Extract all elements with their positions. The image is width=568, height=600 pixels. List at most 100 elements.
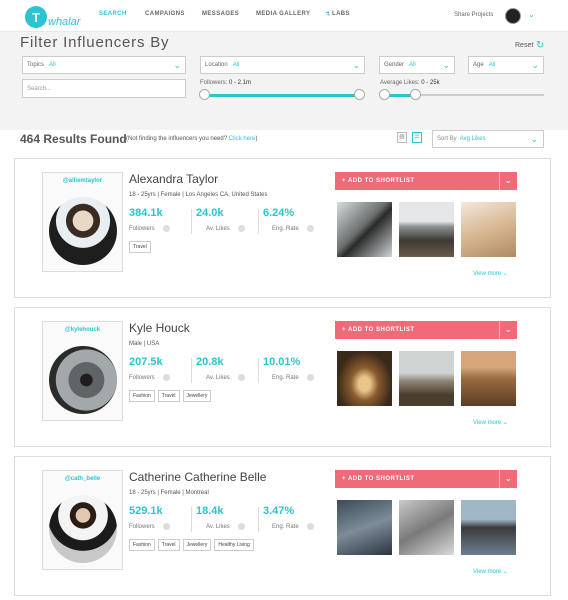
followers-label-text: Followers: xyxy=(200,80,228,86)
media-thumbnail[interactable] xyxy=(337,351,392,406)
media-thumbnail[interactable] xyxy=(399,351,454,406)
media-thumbnail[interactable] xyxy=(461,500,516,555)
results-note: (Not finding the influencers you need? C… xyxy=(126,136,257,142)
likes-slider[interactable] xyxy=(379,89,544,100)
chevron-down-icon: ⌄ xyxy=(530,134,538,144)
media-thumbnail[interactable] xyxy=(461,351,516,406)
followers-label: Followers xyxy=(129,523,155,530)
top-nav: T whalar SEARCH CAMPAIGNS MESSAGES MEDIA… xyxy=(0,0,568,32)
tag: Healthy Living xyxy=(214,539,254,551)
likes-stat: 24.0k Av. Likes xyxy=(196,207,245,232)
location-select[interactable]: Location All ⌄ xyxy=(200,56,365,74)
profile-box[interactable]: @kylehouck xyxy=(42,321,123,421)
topics-value: All xyxy=(49,62,56,68)
add-to-shortlist-button[interactable]: + ADD TO SHORTLIST ⌄ xyxy=(335,470,517,488)
tag-list: Fashion Travel Jewellery Healthy Living xyxy=(129,539,254,551)
followers-stat: 207.5k Followers xyxy=(129,356,170,381)
stat-divider xyxy=(191,209,192,234)
grid-view-icon[interactable]: ▦ xyxy=(397,132,407,143)
info-icon[interactable] xyxy=(162,225,170,232)
eng-rate-label: Eng. Rate xyxy=(272,374,299,381)
likes-stat: 18.4k Av. Likes xyxy=(196,505,245,530)
share-projects-link[interactable]: Share Projects xyxy=(454,12,493,18)
sort-select[interactable]: Sort By Avg Likes ⌄ xyxy=(432,130,544,148)
influencer-card: @cath_belle Catherine Catherine Belle 18… xyxy=(14,456,551,596)
likes-label-text: Average Likes: xyxy=(380,80,420,86)
results-note-close: ) xyxy=(255,136,258,142)
tag-list: Fashion Travel Jewellery xyxy=(129,390,212,402)
view-more-link[interactable]: View more ⌄ xyxy=(473,568,508,575)
add-label: + ADD TO SHORTLIST xyxy=(342,178,415,184)
topics-select[interactable]: Topics All ⌄ xyxy=(22,56,186,74)
info-icon[interactable] xyxy=(237,523,245,530)
whalar-logo[interactable]: T whalar xyxy=(25,6,80,28)
likes-max-handle[interactable] xyxy=(410,89,421,100)
influencer-name[interactable]: Kyle Houck xyxy=(129,321,190,335)
nav-media-gallery[interactable]: MEDIA GALLERY xyxy=(256,11,310,17)
media-thumbnail[interactable] xyxy=(337,202,392,257)
eng-rate-stat: 10.01% Eng. Rate xyxy=(263,356,314,381)
labs-icon: ⚗ xyxy=(325,12,331,18)
eng-rate-stat: 3.47% Eng. Rate xyxy=(263,505,314,530)
tag: Jewellery xyxy=(182,390,212,402)
age-select[interactable]: Age All ⌄ xyxy=(468,56,544,74)
likes-value: 20.8k xyxy=(196,356,224,368)
info-icon[interactable] xyxy=(306,374,314,381)
influencer-meta: 18 - 25yrs | Female | Montreal xyxy=(129,490,209,496)
tag: Jewellery xyxy=(182,539,212,551)
chevron-down-icon[interactable]: ⌄ xyxy=(499,172,517,190)
info-icon[interactable] xyxy=(162,374,170,381)
info-icon[interactable] xyxy=(306,225,314,232)
nav-labs[interactable]: LABS xyxy=(332,11,350,17)
chevron-down-icon[interactable]: ⌄ xyxy=(528,10,535,19)
add-to-shortlist-button[interactable]: + ADD TO SHORTLIST ⌄ xyxy=(335,321,517,339)
avatar[interactable] xyxy=(49,346,117,414)
info-icon[interactable] xyxy=(162,523,170,530)
avatar[interactable] xyxy=(49,495,117,563)
media-thumbnail[interactable] xyxy=(461,202,516,257)
tag-list: Travel xyxy=(129,241,151,253)
followers-slider[interactable] xyxy=(199,89,365,100)
click-here-link[interactable]: Click here xyxy=(229,136,256,142)
followers-stat: 384.1k Followers xyxy=(129,207,170,232)
chevron-down-icon[interactable]: ⌄ xyxy=(499,321,517,339)
influencer-name[interactable]: Alexandra Taylor xyxy=(129,172,218,186)
search-input[interactable]: Search... xyxy=(22,79,186,98)
eng-rate-stat: 6.24% Eng. Rate xyxy=(263,207,314,232)
gender-value: All xyxy=(409,62,416,68)
media-thumbnail[interactable] xyxy=(337,500,392,555)
view-more-link[interactable]: View more ⌄ xyxy=(473,270,508,277)
influencer-name[interactable]: Catherine Catherine Belle xyxy=(129,470,266,484)
chevron-down-icon[interactable]: ⌄ xyxy=(499,470,517,488)
view-more-link[interactable]: View more ⌄ xyxy=(473,419,508,426)
profile-box[interactable]: @cath_belle xyxy=(42,470,123,570)
influencer-handle[interactable]: @kylehouck xyxy=(43,327,122,333)
likes-min-handle[interactable] xyxy=(379,89,390,100)
media-thumbnail[interactable] xyxy=(399,202,454,257)
gender-select[interactable]: Gender All ⌄ xyxy=(379,56,455,74)
add-to-shortlist-button[interactable]: + ADD TO SHORTLIST ⌄ xyxy=(335,172,517,190)
eng-rate-value: 6.24% xyxy=(263,207,295,219)
info-icon[interactable] xyxy=(237,374,245,381)
reset-button[interactable]: Reset xyxy=(515,42,533,49)
influencer-handle[interactable]: @cath_belle xyxy=(43,476,122,482)
list-view-icon[interactable]: ☰ xyxy=(412,132,422,143)
reset-icon[interactable]: ↻ xyxy=(536,40,544,51)
influencer-handle[interactable]: @alliemtaylor xyxy=(43,178,122,184)
nav-messages[interactable]: MESSAGES xyxy=(202,11,239,17)
nav-search[interactable]: SEARCH xyxy=(99,11,127,17)
nav-campaigns[interactable]: CAMPAIGNS xyxy=(145,11,185,17)
influencer-card: @alliemtaylor Alexandra Taylor 18 - 25yr… xyxy=(14,158,551,298)
eng-rate-value: 10.01% xyxy=(263,356,301,368)
followers-max-handle[interactable] xyxy=(354,89,365,100)
info-icon[interactable] xyxy=(306,523,314,530)
age-value: All xyxy=(488,62,496,68)
profile-box[interactable]: @alliemtaylor xyxy=(42,172,123,272)
add-label: + ADD TO SHORTLIST xyxy=(342,327,415,333)
info-icon[interactable] xyxy=(237,225,245,232)
followers-value: 529.1k xyxy=(129,505,163,517)
user-avatar[interactable] xyxy=(505,8,521,24)
avatar[interactable] xyxy=(49,197,117,265)
media-thumbnail[interactable] xyxy=(399,500,454,555)
followers-min-handle[interactable] xyxy=(199,89,210,100)
